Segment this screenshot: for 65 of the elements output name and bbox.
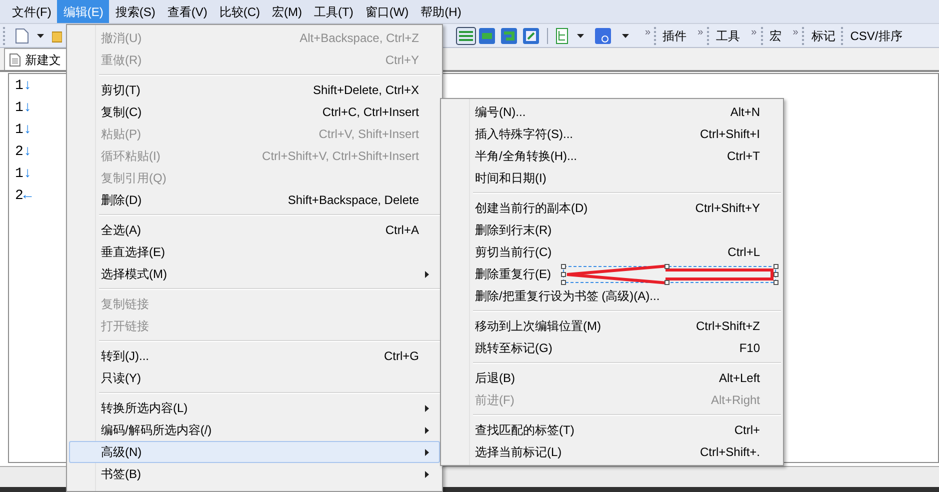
line-end-marker: ↓ (23, 98, 32, 118)
menu-item[interactable]: 高级(N) (69, 441, 440, 463)
menu-item[interactable]: 剪切(T) Shift+Delete, Ctrl+X (69, 79, 440, 101)
chevron-button[interactable]: » (645, 24, 651, 40)
folder-icon[interactable] (52, 28, 62, 42)
toolbar-label[interactable]: 工具 (713, 27, 744, 45)
menu-item[interactable]: 只读(Y) (100, 367, 144, 389)
menu-item[interactable]: 书签(B) (69, 463, 440, 485)
menu-item[interactable]: 窗口(W) (359, 0, 415, 23)
document-icon (9, 52, 21, 66)
line-end-marker: ↓ (23, 76, 32, 96)
toolbar-label[interactable]: 宏 (766, 27, 785, 45)
toolbar-label[interactable]: CSV/排序 (847, 27, 906, 45)
chevron-button[interactable]: » (792, 24, 798, 40)
menu-item[interactable]: 选择当前标记(L) Ctrl+Shift+. (443, 441, 781, 463)
menu-item[interactable]: 转到(J)... Ctrl+G (69, 345, 440, 367)
menu-item[interactable]: 转换所选内容(L) (69, 397, 440, 419)
new-document-icon[interactable] (15, 28, 29, 44)
menu-item[interactable]: 移动到上次编辑位置(M) Ctrl+Shift+Z (443, 315, 781, 337)
caret-icon[interactable] (37, 34, 44, 38)
line-text: 1 (15, 76, 24, 96)
chevron-button[interactable]: » (751, 24, 757, 40)
menu-item[interactable]: 删除/把重复行设为书签 (高级)(A)... (474, 285, 663, 307)
menu-item[interactable]: 帮助(H) (414, 0, 468, 23)
line-text: 1 (15, 120, 24, 140)
toolbar-label[interactable]: 插件 (660, 27, 690, 45)
menu-item[interactable]: 选择模式(M) (69, 263, 440, 285)
list-icon[interactable] (456, 27, 476, 45)
export-icon[interactable] (523, 28, 539, 44)
line-end-marker: ↓ (23, 120, 32, 140)
menu-item[interactable]: 半角/全角转换(H)... Ctrl+T (443, 145, 781, 167)
menu-item[interactable]: 全选(A) Ctrl+A (69, 219, 440, 241)
caret-icon[interactable] (622, 34, 629, 38)
menu-item[interactable]: 搜索(S) (109, 0, 162, 23)
menu-item[interactable]: 复制(C) Ctrl+C, Ctrl+Insert (69, 101, 440, 123)
line-text: 1 (15, 164, 24, 184)
menu-item[interactable]: 查找匹配的标签(T) Ctrl+ (443, 419, 781, 441)
menu-item[interactable]: 文件(F) (6, 0, 58, 23)
tree-icon[interactable] (556, 28, 568, 44)
line-text: 2 (15, 186, 24, 206)
menu-item[interactable]: 删除重复行(E) (474, 263, 554, 285)
menu-item[interactable]: 编码/解码所选内容(/) (69, 419, 440, 441)
line-end-marker: ↓ (23, 164, 32, 184)
chevron-button[interactable]: » (698, 24, 704, 40)
menu-item[interactable]: 跳转至标记(G) F10 (443, 337, 781, 359)
menu-item[interactable]: 垂直选择(E) (100, 241, 168, 263)
encoding-icon[interactable] (595, 28, 611, 44)
menu-item[interactable]: 宏(M) (266, 0, 308, 23)
menu-item[interactable]: 编号(N)... Alt+N (443, 101, 781, 123)
menu-item[interactable]: 时间和日期(I) (474, 167, 550, 189)
line-end-marker: ↓ (23, 142, 32, 162)
menu-item[interactable]: 创建当前行的副本(D) Ctrl+Shift+Y (443, 197, 781, 219)
toolbar-label[interactable]: 标记 (808, 27, 838, 45)
menu-item[interactable]: 剪切当前行(C) Ctrl+L (443, 241, 781, 263)
menu-item[interactable]: 比较(C) (213, 0, 266, 23)
menu-item[interactable]: 查看(V) (161, 0, 214, 23)
line-text: 2 (15, 142, 24, 162)
menu-item[interactable]: 删除到行末(R) (474, 219, 555, 241)
menu-item[interactable]: 插入特殊字符(S)... Ctrl+Shift+I (443, 123, 781, 145)
caret-icon[interactable] (577, 34, 584, 38)
line-end-marker: ← (23, 186, 32, 206)
line-text: 1 (15, 98, 24, 118)
menu-item[interactable]: 后退(B) Alt+Left (443, 367, 781, 389)
menu-item[interactable]: 删除(D) Shift+Backspace, Delete (69, 189, 440, 211)
menu-item[interactable]: 工具(T) (308, 0, 360, 23)
